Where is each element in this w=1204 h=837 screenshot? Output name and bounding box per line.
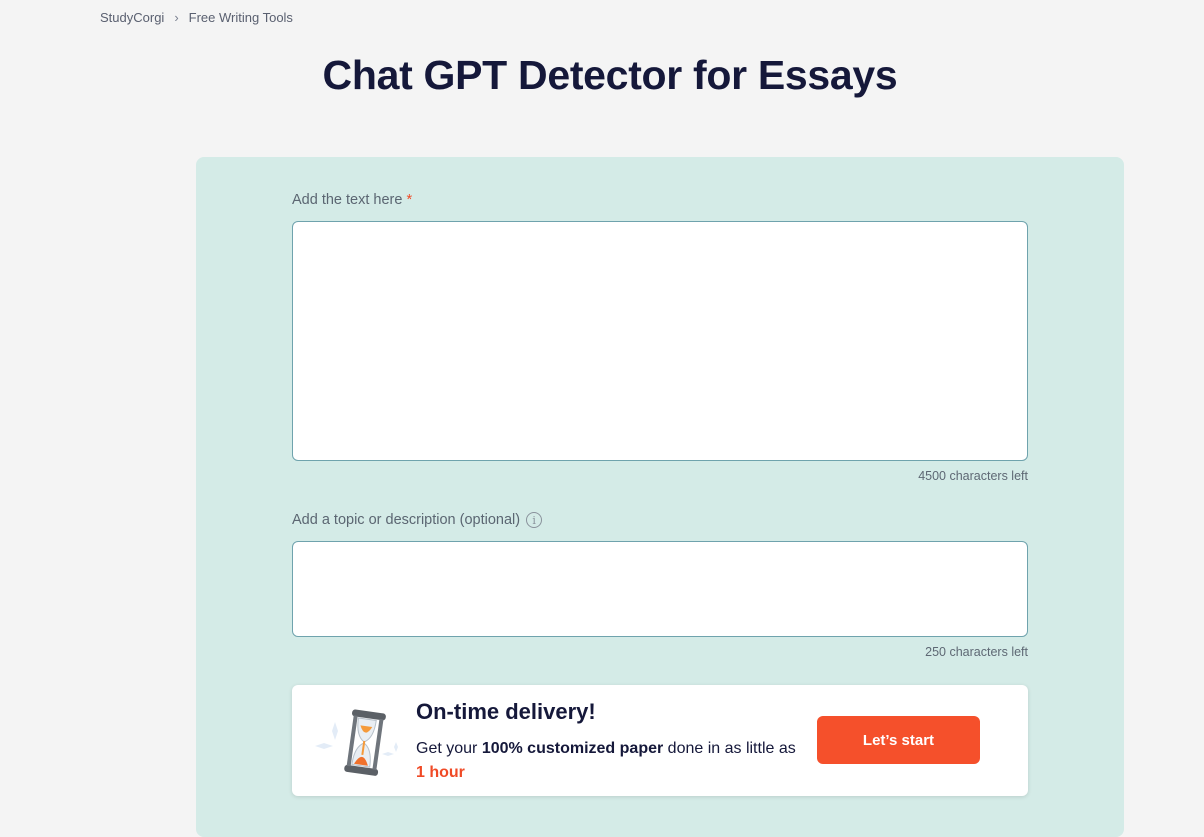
topic-input[interactable]	[292, 541, 1028, 637]
promo-banner: On-time delivery! Get your 100% customiz…	[292, 685, 1028, 796]
info-icon[interactable]: i	[526, 512, 543, 528]
promo-text-part: Get your	[416, 740, 482, 757]
promo-text-accent: 1 hour	[416, 764, 465, 781]
text-field-label-text: Add the text here	[292, 192, 403, 208]
promo-title: On-time delivery!	[416, 699, 596, 724]
promo-description: Get your 100% customized paper done in a…	[416, 737, 806, 785]
required-mark: *	[406, 192, 413, 208]
breadcrumb-item-home[interactable]: StudyCorgi	[100, 10, 164, 25]
breadcrumb: StudyCorgi › Free Writing Tools	[100, 10, 293, 25]
breadcrumb-item-free-writing-tools[interactable]: Free Writing Tools	[189, 10, 293, 25]
topic-field-label-text: Add a topic or description (optional)	[292, 512, 521, 528]
promo-text-part: done in as little as	[663, 740, 796, 757]
essay-text-input[interactable]	[292, 221, 1028, 461]
topic-char-counter: 250 characters left	[925, 645, 1028, 659]
text-field-label: Add the text here *	[292, 192, 412, 208]
hourglass-icon	[315, 709, 398, 776]
promo-text-bold: 100% customized paper	[481, 740, 664, 757]
chevron-right-icon: ›	[174, 10, 179, 25]
page-title: Chat GPT Detector for Essays	[322, 52, 898, 98]
topic-field-label: Add a topic or description (optional) i	[292, 512, 543, 528]
lets-start-button[interactable]: Let’s start	[817, 716, 980, 764]
text-char-counter: 4500 characters left	[918, 469, 1028, 483]
detector-form-panel: Add the text here * 4500 characters left…	[196, 157, 1124, 837]
